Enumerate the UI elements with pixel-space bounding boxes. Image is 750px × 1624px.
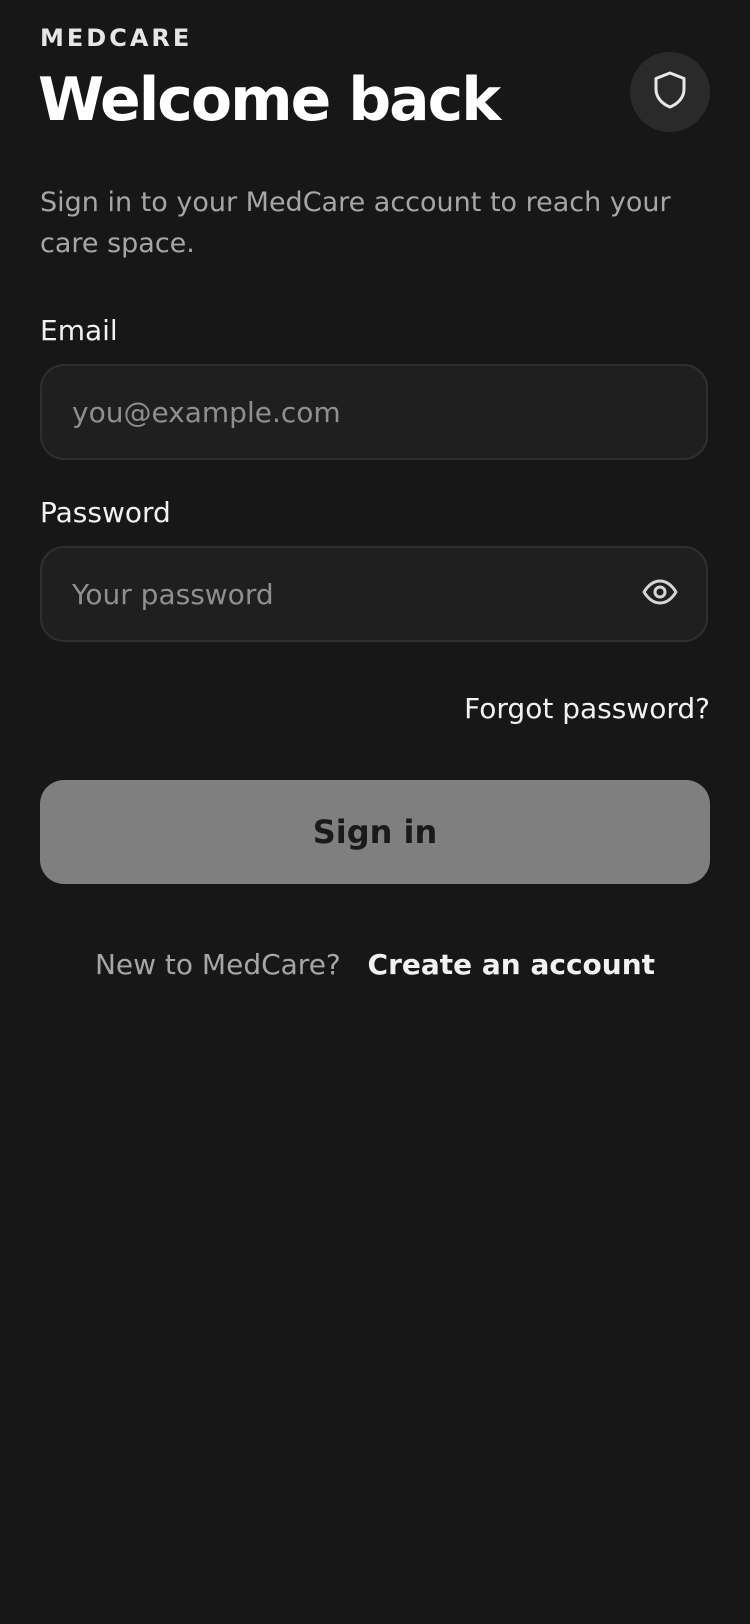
toggle-password-visibility-button[interactable]	[640, 574, 680, 614]
email-field-container	[40, 364, 708, 460]
page-title: Welcome back	[38, 65, 501, 135]
password-label: Password	[40, 496, 171, 529]
shield-icon	[653, 71, 687, 113]
security-button[interactable]	[630, 52, 710, 132]
email-field[interactable]	[72, 366, 632, 458]
login-screen: MEDCARE Welcome back Sign in to your Med…	[0, 0, 750, 1624]
sign-in-button[interactable]: Sign in	[40, 780, 710, 884]
signup-prompt-text: New to MedCare?	[94, 948, 341, 981]
signup-prompt: New to MedCare? Create an account	[0, 948, 750, 981]
brand-wordmark: MEDCARE	[40, 24, 193, 52]
eye-icon	[642, 579, 678, 609]
page-subtitle: Sign in to your MedCare account to reach…	[40, 187, 671, 259]
password-field-container	[40, 546, 708, 642]
create-account-link[interactable]: Create an account	[368, 948, 656, 981]
email-label: Email	[40, 314, 118, 347]
forgot-password-link[interactable]: Forgot password?	[464, 692, 710, 725]
signup-spacer	[350, 948, 359, 981]
password-field[interactable]	[72, 548, 632, 640]
